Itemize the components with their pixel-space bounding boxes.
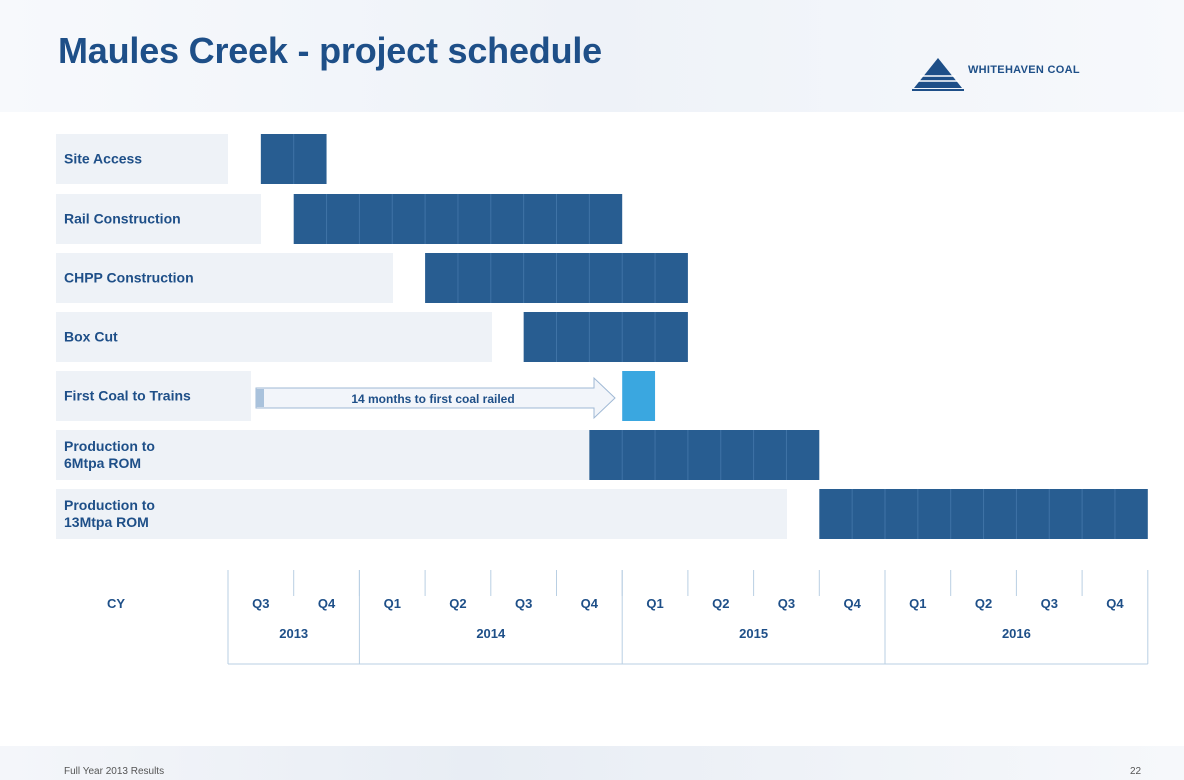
task-bar (589, 430, 820, 480)
quarter-tick-label: Q1 (646, 596, 663, 611)
arrow-tail-marker (256, 389, 264, 407)
quarter-tick-label: Q2 (975, 596, 992, 611)
year-label: 2015 (739, 626, 768, 641)
quarter-tick-label: Q3 (252, 596, 269, 611)
quarter-tick-label: Q2 (712, 596, 729, 611)
annotation-label: 14 months to first coal railed (351, 392, 514, 406)
footer-text: Full Year 2013 Results (64, 766, 165, 777)
year-label: 2016 (1002, 626, 1031, 641)
quarter-tick-label: Q3 (515, 596, 532, 611)
axis-label-cy: CY (107, 596, 125, 611)
page-number: 22 (1130, 766, 1142, 777)
footer-band (0, 746, 1184, 780)
quarter-tick-label: Q4 (581, 596, 599, 611)
quarter-tick-label: Q4 (318, 596, 336, 611)
quarter-tick-label: Q4 (1106, 596, 1124, 611)
year-label: 2014 (476, 626, 506, 641)
quarter-tick-label: Q1 (909, 596, 926, 611)
quarter-tick-label: Q3 (778, 596, 795, 611)
year-label: 2013 (279, 626, 308, 641)
task-bar (622, 371, 656, 421)
quarter-tick-label: Q3 (1041, 596, 1058, 611)
gantt-chart: 14 months to first coal railed CY Q3 Q4 Q1… (107, 134, 1149, 665)
quarter-tick-label: Q4 (843, 596, 861, 611)
quarter-tick-label: Q2 (449, 596, 466, 611)
task-bar (523, 312, 688, 362)
quarter-tick-label: Q1 (384, 596, 401, 611)
